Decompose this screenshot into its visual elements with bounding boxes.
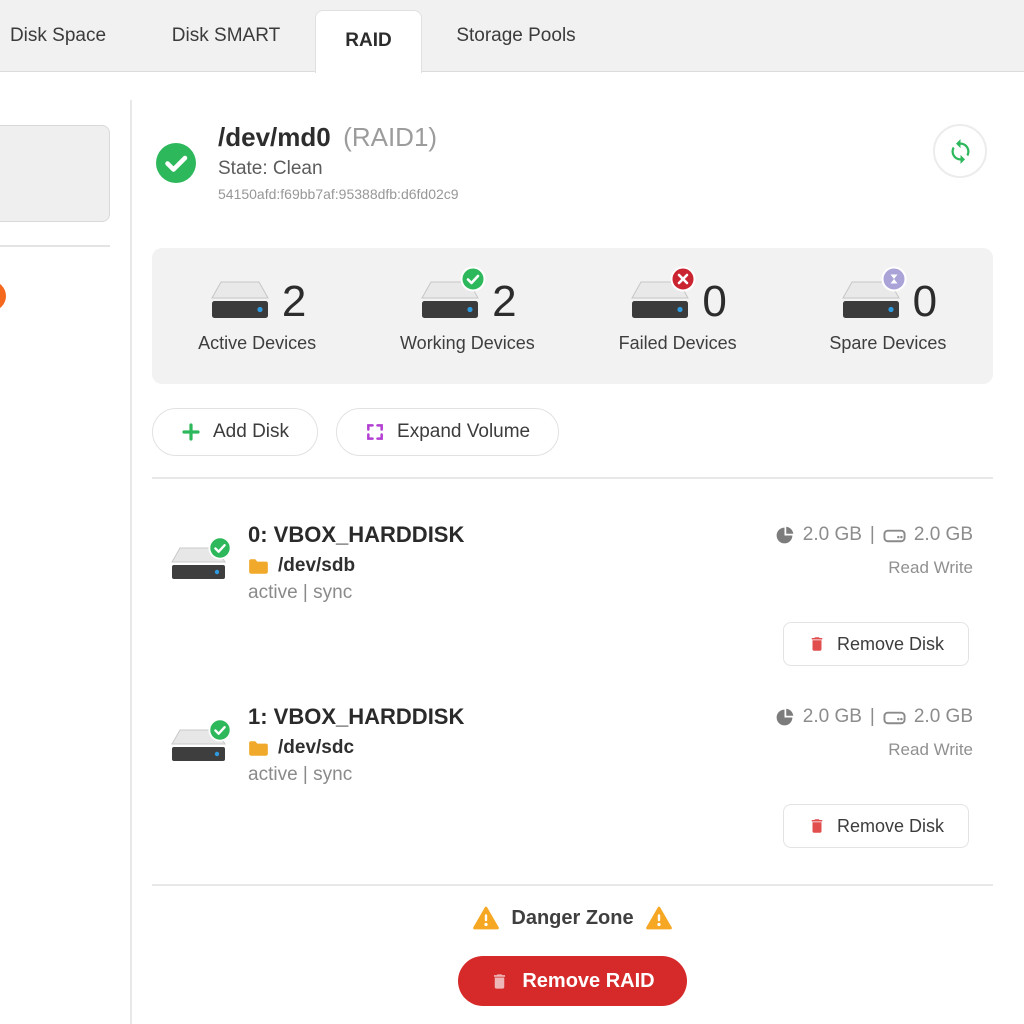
disk-status-text: active | sync (248, 764, 464, 786)
disk-name: 1: VBOX_HARDDISK (248, 704, 464, 730)
expand-volume-label: Expand Volume (397, 421, 530, 443)
failed-devices-count: 0 (702, 280, 726, 324)
add-disk-button[interactable]: Add Disk (152, 408, 318, 456)
raid-uuid-text: 54150afd:f69bb7af:95388dfb:d6fd02c9 (218, 186, 459, 202)
disk-capacity-value: 2.0 GB (914, 706, 973, 728)
tab-raid[interactable]: RAID (315, 10, 422, 73)
disk-device-path: /dev/sdb (278, 555, 355, 577)
trash-icon (808, 635, 826, 653)
refresh-button[interactable] (933, 124, 987, 178)
pie-chart-icon (774, 707, 795, 728)
remove-disk-button[interactable]: Remove Disk (783, 622, 969, 666)
refresh-icon (947, 138, 974, 165)
remove-disk-label: Remove Disk (837, 634, 944, 655)
hourglass-badge-icon (881, 266, 907, 292)
pie-chart-icon (774, 525, 795, 546)
remove-disk-label: Remove Disk (837, 816, 944, 837)
stat-spare-devices: 0 Spare Devices (783, 279, 993, 354)
tab-disk-space[interactable]: Disk Space (0, 0, 116, 71)
panel-separator (130, 100, 132, 1024)
usage-separator: | (870, 524, 875, 546)
harddrive-icon (628, 279, 692, 325)
active-devices-label: Active Devices (198, 333, 316, 354)
remove-raid-label: Remove RAID (522, 970, 654, 993)
working-devices-count: 2 (492, 280, 516, 324)
raid-level-label: (RAID1) (343, 122, 437, 152)
disk-usage: 2.0 GB | 2.0 GB (774, 706, 973, 728)
harddrive-icon (208, 279, 272, 325)
section-divider (152, 477, 993, 479)
danger-zone-header: Danger Zone (152, 906, 993, 930)
remove-disk-button[interactable]: Remove Disk (783, 804, 969, 848)
disk-used-value: 2.0 GB (803, 706, 862, 728)
disk-drive-icon (170, 728, 228, 768)
harddrive-icon (839, 279, 903, 325)
raid-device-stats: 2 Active Devices 2 Working Device (152, 248, 993, 384)
disk-name: 0: VBOX_HARDDISK (248, 522, 464, 548)
remove-raid-container: Remove RAID (152, 956, 993, 1006)
harddrive-icon (418, 279, 482, 325)
active-devices-count: 2 (282, 280, 306, 324)
left-panel-divider (0, 245, 110, 247)
failed-devices-label: Failed Devices (619, 333, 737, 354)
warning-icon (473, 906, 499, 930)
remove-raid-button[interactable]: Remove RAID (458, 956, 686, 1006)
check-badge-icon (208, 536, 232, 560)
disk-row: 0: VBOX_HARDDISK /dev/sdb active | sync … (152, 520, 993, 680)
usage-separator: | (870, 706, 875, 728)
disk-used-value: 2.0 GB (803, 524, 862, 546)
folder-icon (248, 558, 269, 575)
check-badge-icon (208, 718, 232, 742)
stat-failed-devices: 0 Failed Devices (573, 279, 783, 354)
disk-row: 1: VBOX_HARDDISK /dev/sdc active | sync … (152, 702, 993, 862)
spare-devices-count: 0 (913, 280, 937, 324)
tab-storage-pools[interactable]: Storage Pools (440, 0, 592, 71)
spare-devices-label: Spare Devices (829, 333, 946, 354)
cross-badge-icon (670, 266, 696, 292)
raid-header: /dev/md0 (RAID1) State: Clean 54150afd:f… (218, 122, 459, 202)
expand-volume-button[interactable]: Expand Volume (336, 408, 559, 456)
danger-divider (152, 884, 993, 886)
trash-icon (490, 972, 509, 991)
working-devices-label: Working Devices (400, 333, 535, 354)
raid-device-title: /dev/md0 (218, 122, 331, 152)
disk-usage: 2.0 GB | 2.0 GB (774, 524, 973, 546)
drive-icon (883, 525, 906, 545)
danger-zone-title: Danger Zone (511, 907, 633, 930)
drive-icon (883, 707, 906, 727)
disk-mode-text: Read Write (888, 740, 973, 760)
disk-capacity-value: 2.0 GB (914, 524, 973, 546)
add-disk-label: Add Disk (213, 421, 289, 443)
disk-device-path: /dev/sdc (278, 737, 354, 759)
raid-ok-icon (156, 143, 196, 183)
raid-list-status-dot (0, 281, 6, 311)
raid-state-text: State: Clean (218, 158, 459, 180)
raid-list-item-card[interactable] (0, 125, 110, 222)
folder-icon (248, 740, 269, 757)
check-badge-icon (460, 266, 486, 292)
disk-info: 1: VBOX_HARDDISK /dev/sdc active | sync (248, 704, 464, 786)
raid-actions: Add Disk Expand Volume (152, 408, 559, 456)
stat-working-devices: 2 Working Devices (362, 279, 572, 354)
disk-mode-text: Read Write (888, 558, 973, 578)
tab-disk-smart[interactable]: Disk SMART (150, 0, 302, 71)
disk-info: 0: VBOX_HARDDISK /dev/sdb active | sync (248, 522, 464, 604)
plus-icon (181, 422, 201, 442)
expand-icon (365, 422, 385, 442)
disk-drive-icon (170, 546, 228, 586)
trash-icon (808, 817, 826, 835)
tab-bar: Disk Space Disk SMART RAID Storage Pools (0, 0, 1024, 72)
warning-icon (646, 906, 672, 930)
disk-status-text: active | sync (248, 582, 464, 604)
stat-active-devices: 2 Active Devices (152, 279, 362, 354)
